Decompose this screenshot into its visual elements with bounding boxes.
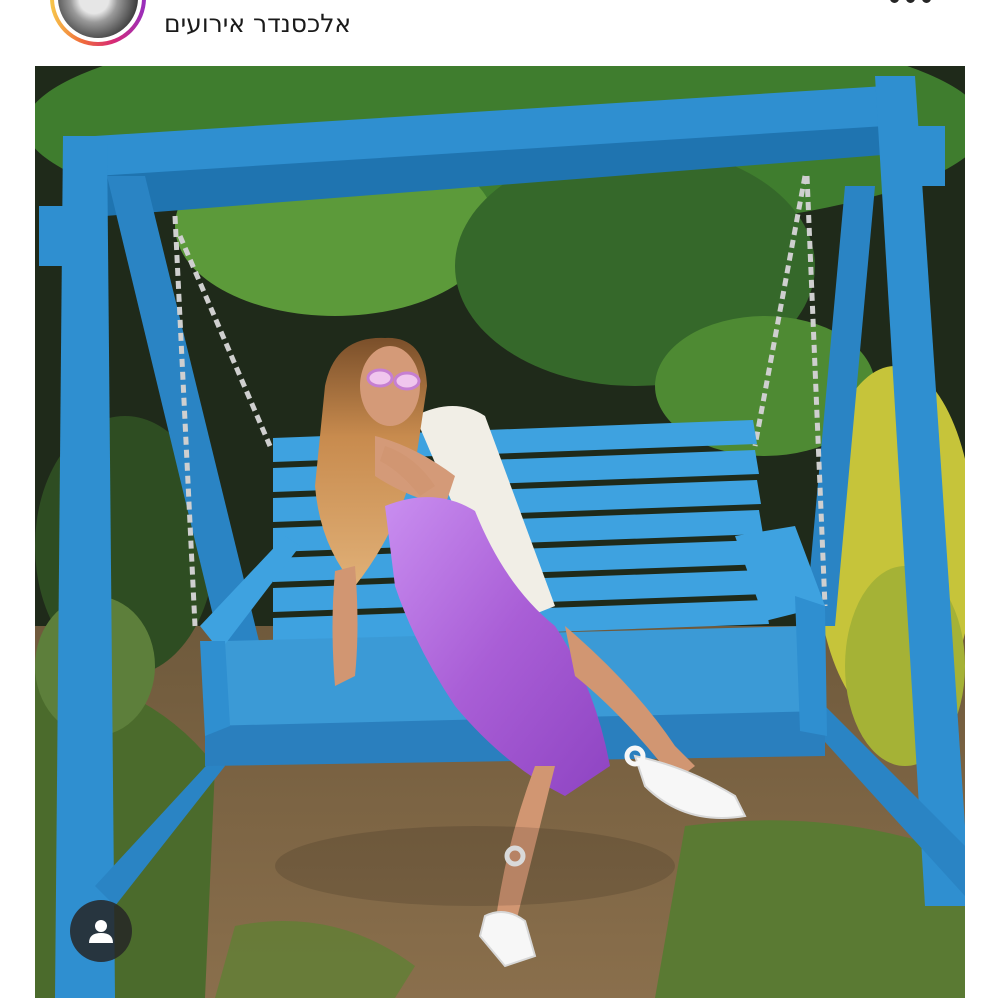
tagged-users-button[interactable] [70, 900, 132, 962]
post-image[interactable] [35, 66, 965, 998]
person-tag-icon [89, 920, 113, 943]
story-ring[interactable] [50, 0, 146, 46]
more-options-button[interactable] [890, 0, 936, 8]
swing-photo-illustration [35, 66, 965, 998]
post-header: אלכסנדר אירועים [0, 0, 1000, 60]
more-horizontal-icon [890, 0, 899, 3]
username-link[interactable]: אלכסנדר אירועים [164, 8, 351, 40]
